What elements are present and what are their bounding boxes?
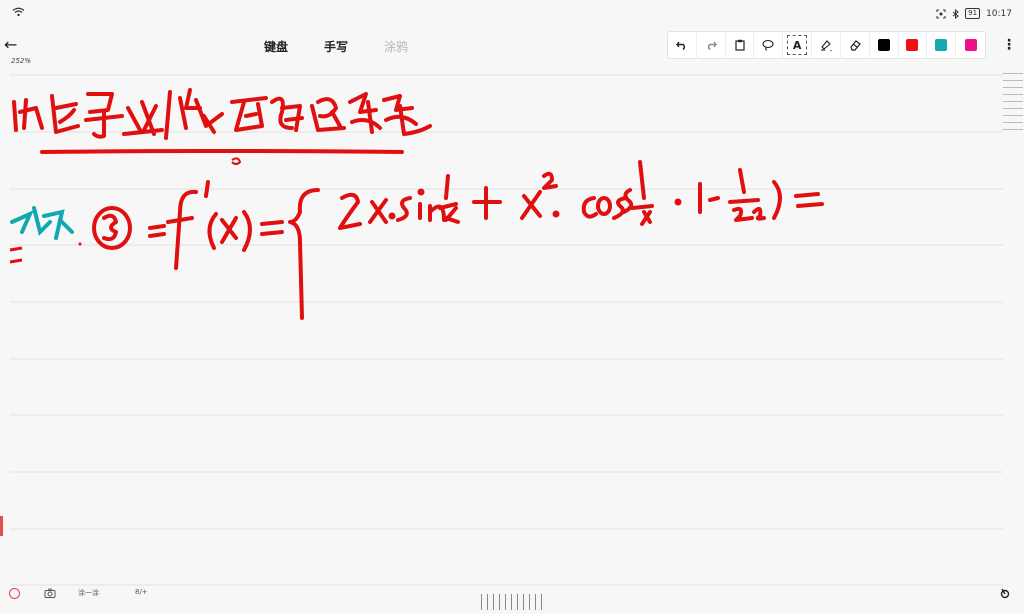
record-button[interactable] [9, 588, 20, 599]
highlighter-button[interactable] [812, 31, 841, 59]
highlighter-icon [820, 40, 832, 52]
pen-button[interactable] [998, 585, 1012, 604]
color-black-button[interactable] [870, 31, 899, 59]
battery-indicator: 91 [965, 8, 981, 19]
zoom-level: 252% [11, 57, 32, 65]
eraser-icon [850, 40, 861, 51]
status-bar: 91 10:17 [0, 0, 1024, 28]
bottom-label-1[interactable]: 涂一涂 [78, 588, 99, 598]
color-swatch-teal [935, 39, 948, 51]
color-teal-button[interactable] [927, 31, 957, 59]
camera-icon [44, 588, 56, 598]
color-swatch-black [877, 39, 890, 51]
ink-teal-note [10, 206, 74, 240]
arrow-left-icon: ← [4, 35, 18, 54]
page-edge-marker [0, 516, 3, 536]
wifi-icon [12, 7, 25, 17]
pen-icon [1000, 588, 1010, 599]
drawing-toolbar: A [667, 31, 986, 59]
handwritten-ink [9, 88, 824, 320]
more-vertical-icon: ⋮ [1002, 37, 1016, 53]
color-swatch-pink [964, 39, 977, 51]
bluetooth-icon [952, 8, 959, 19]
redo-icon [707, 41, 717, 50]
paste-button[interactable] [726, 31, 755, 59]
handwriting-canvas[interactable] [0, 72, 1024, 590]
tab-doodle[interactable]: 涂鸦 [384, 38, 408, 55]
color-red-button[interactable] [899, 31, 928, 59]
input-mode-tabs: 键盘 手写 涂鸦 [264, 38, 408, 55]
lasso-icon [762, 39, 774, 51]
page-slider[interactable] [481, 594, 542, 610]
undo-button[interactable] [668, 31, 697, 59]
ink-title [12, 88, 432, 140]
more-menu-button[interactable]: ⋮ [1002, 38, 1016, 52]
ink-title-underline [40, 149, 404, 154]
undo-icon [676, 41, 685, 50]
tab-keyboard[interactable]: 键盘 [264, 38, 288, 55]
clipboard-icon [734, 39, 745, 51]
tab-handwriting[interactable]: 手写 [324, 38, 348, 55]
back-button[interactable]: ← [4, 36, 17, 54]
ink-equation [92, 160, 824, 320]
notes-app: 91 10:17 ← 252% 键盘 手写 涂鸦 A ⋮ 涂一涂 8/+ [0, 0, 1024, 614]
redo-button[interactable] [697, 31, 726, 59]
color-pink-button[interactable] [956, 31, 985, 59]
color-swatch-red [906, 39, 919, 51]
bottom-label-2[interactable]: 8/+ [135, 588, 148, 596]
scroll-handle[interactable] [1003, 73, 1023, 136]
lasso-button[interactable] [754, 31, 784, 59]
text-tool-button[interactable]: A [783, 31, 813, 59]
eraser-button[interactable] [841, 31, 870, 59]
camera-button[interactable] [44, 588, 56, 600]
screenshot-icon [936, 9, 946, 18]
clock: 10:17 [986, 8, 1012, 19]
text-tool-label: A [787, 35, 808, 55]
